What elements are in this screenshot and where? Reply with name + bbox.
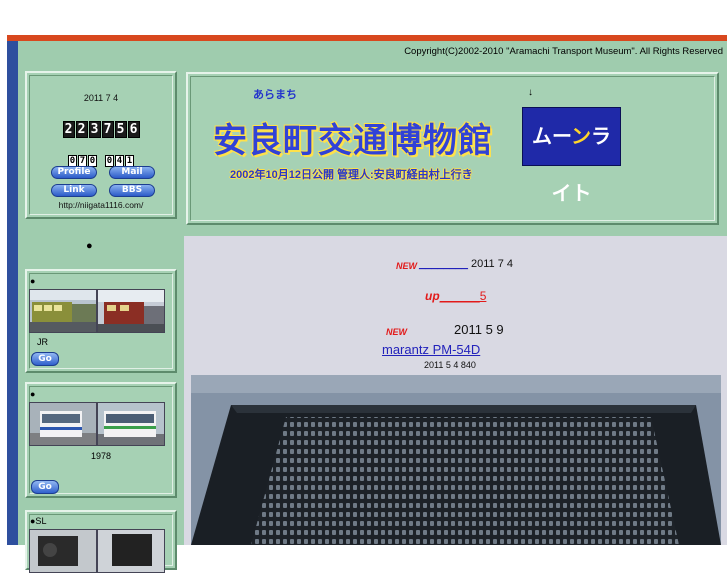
copyright-text: Copyright(C)2002-2010 "Aramachi Transpor… [404, 46, 723, 57]
counter-digit: 5 [114, 121, 127, 138]
counter-panel: 2011 7 4 223756 070 041 Profile Mail Link… [25, 71, 177, 219]
sl-photo-2[interactable] [97, 529, 165, 573]
site-url[interactable]: http://niigata1116.com/ [27, 200, 175, 210]
sl-heading: ●SL [30, 516, 47, 526]
yesterday-counter: 041 [105, 148, 135, 167]
moon-icon: ン [571, 124, 591, 148]
mail-button[interactable]: Mail [109, 166, 155, 179]
bbs-button[interactable]: BBS [109, 184, 155, 197]
news-item-5: 2011 5 4 840 [424, 360, 476, 370]
today-counter: 070 [68, 148, 98, 167]
jr-panel: ● JR Go [25, 269, 177, 373]
top-margin [0, 0, 727, 35]
counter-digit: 2 [75, 121, 88, 138]
sl-photo-1[interactable] [29, 529, 97, 573]
bus-caption: 1978 [90, 451, 112, 461]
update-link[interactable]: up______5 [425, 289, 486, 303]
marantz-amplifier-photo[interactable] [191, 375, 721, 545]
link-button[interactable]: Link [51, 184, 97, 197]
new-badge: NEW [386, 327, 407, 337]
arrow-down-icon: ↓ [528, 87, 533, 98]
daily-counter: 070 041 [27, 148, 175, 167]
left-accent-rule [7, 41, 18, 545]
jr-heading: ● [30, 276, 36, 286]
jr-train-photo-1[interactable] [29, 289, 97, 333]
counter-digit: 6 [127, 121, 140, 138]
counter-digit: 2 [62, 121, 75, 138]
site-subtitle: 2002年10月12日公開 管理人:安良町経由村上行き [230, 169, 473, 181]
site-title-reading: あらまち [253, 89, 297, 101]
counter-digit: 3 [88, 121, 101, 138]
news-item-1: ________ 2011 7 4 [419, 258, 513, 270]
sl-panel: ●SL [25, 510, 177, 573]
news-item-1-date: 2011 7 4 [471, 258, 514, 270]
sidebar-bullet: ● [86, 240, 93, 252]
new-badge: NEW [396, 261, 417, 271]
news-item-1-link[interactable]: ________ [419, 258, 468, 270]
bus-panel: ● 1978 Go [25, 382, 177, 498]
bus-go-button[interactable]: Go [31, 480, 59, 494]
news-item-3-date: 2011 5 9 [454, 322, 504, 337]
jr-go-button[interactable]: Go [31, 352, 59, 366]
bus-heading: ● [30, 389, 36, 399]
bus-photo-2[interactable] [97, 402, 165, 446]
jr-caption: JR [37, 337, 48, 347]
site-title: 安良町交通博物館 [213, 121, 493, 161]
counter-digit: 0 [105, 155, 114, 167]
bus-photo-1[interactable] [29, 402, 97, 446]
counter-date: 2011 7 4 [83, 93, 119, 103]
jr-train-photo-2[interactable] [97, 289, 165, 333]
marantz-article-link[interactable]: marantz PM-54D [382, 342, 480, 357]
total-counter: 223756 [27, 118, 175, 138]
counter-digit: 7 [101, 121, 114, 138]
profile-button[interactable]: Profile [51, 166, 97, 179]
moonlight-banner-logo[interactable]: ムーンライト [522, 107, 621, 205]
